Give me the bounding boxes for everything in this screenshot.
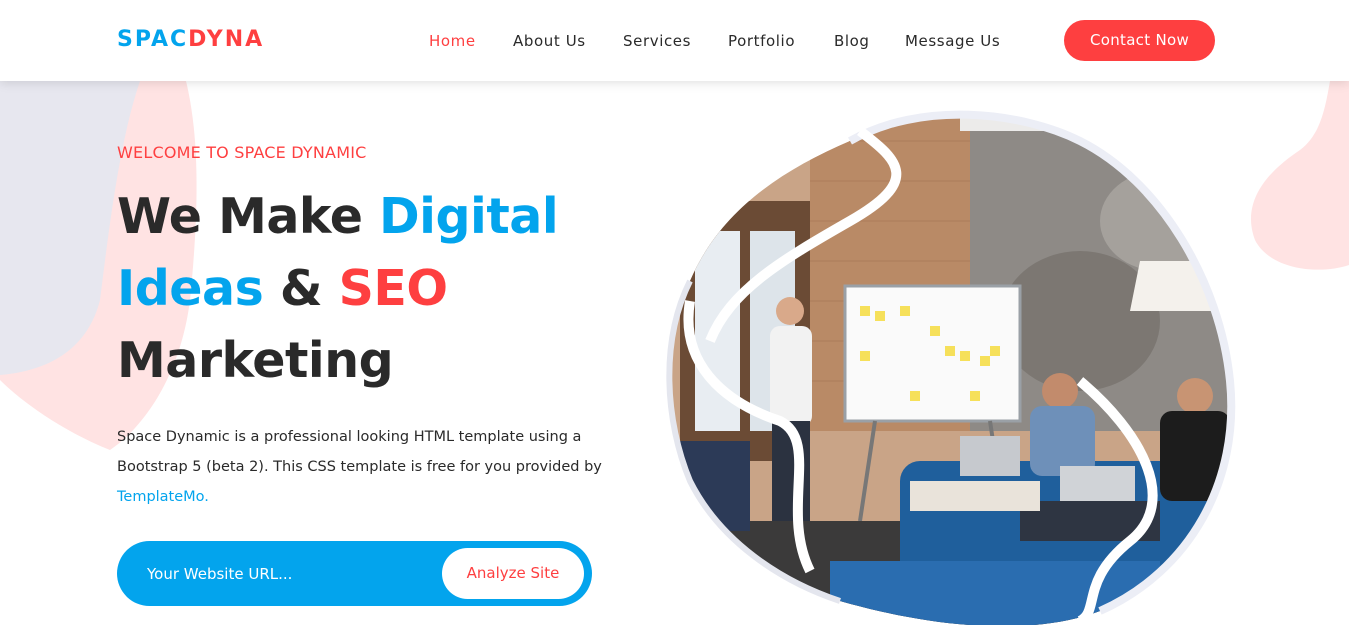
contact-now-button[interactable]: Contact Now — [1064, 20, 1215, 61]
hero-description: Space Dynamic is a professional looking … — [117, 422, 627, 512]
welcome-text: WELCOME TO SPACE DYNAMIC — [117, 143, 367, 162]
nav-item-home[interactable]: Home — [429, 32, 476, 50]
analyze-site-button[interactable]: Analyze Site — [442, 548, 584, 599]
headline-amp: & — [263, 260, 339, 317]
nav-item-blog[interactable]: Blog — [834, 32, 870, 50]
office-meeting-photo — [666, 110, 1236, 625]
templatemo-link[interactable]: TemplateMo. — [117, 489, 209, 505]
nav-item-message-us[interactable]: Message Us — [905, 32, 1000, 50]
headline-marketing: Marketing — [117, 332, 394, 389]
headline-ideas: Ideas — [117, 260, 264, 317]
site-header: SPACDYNA Home About Us Services Portfoli… — [0, 0, 1349, 81]
hero-section: WELCOME TO SPACE DYNAMIC We Make Digital… — [0, 81, 1349, 625]
description-text: Space Dynamic is a professional looking … — [117, 429, 602, 475]
nav-item-about-us[interactable]: About Us — [513, 32, 586, 50]
headline-seo: SEO — [338, 260, 448, 317]
hero-headline: We Make Digital Ideas & SEO Marketing — [117, 181, 677, 397]
website-url-input[interactable] — [147, 541, 427, 606]
analyze-form: Analyze Site — [117, 541, 592, 606]
nav-item-services[interactable]: Services — [623, 32, 691, 50]
headline-word: We Make — [117, 188, 379, 245]
headline-digital: Digital — [378, 188, 559, 245]
nav-item-portfolio[interactable]: Portfolio — [728, 32, 795, 50]
